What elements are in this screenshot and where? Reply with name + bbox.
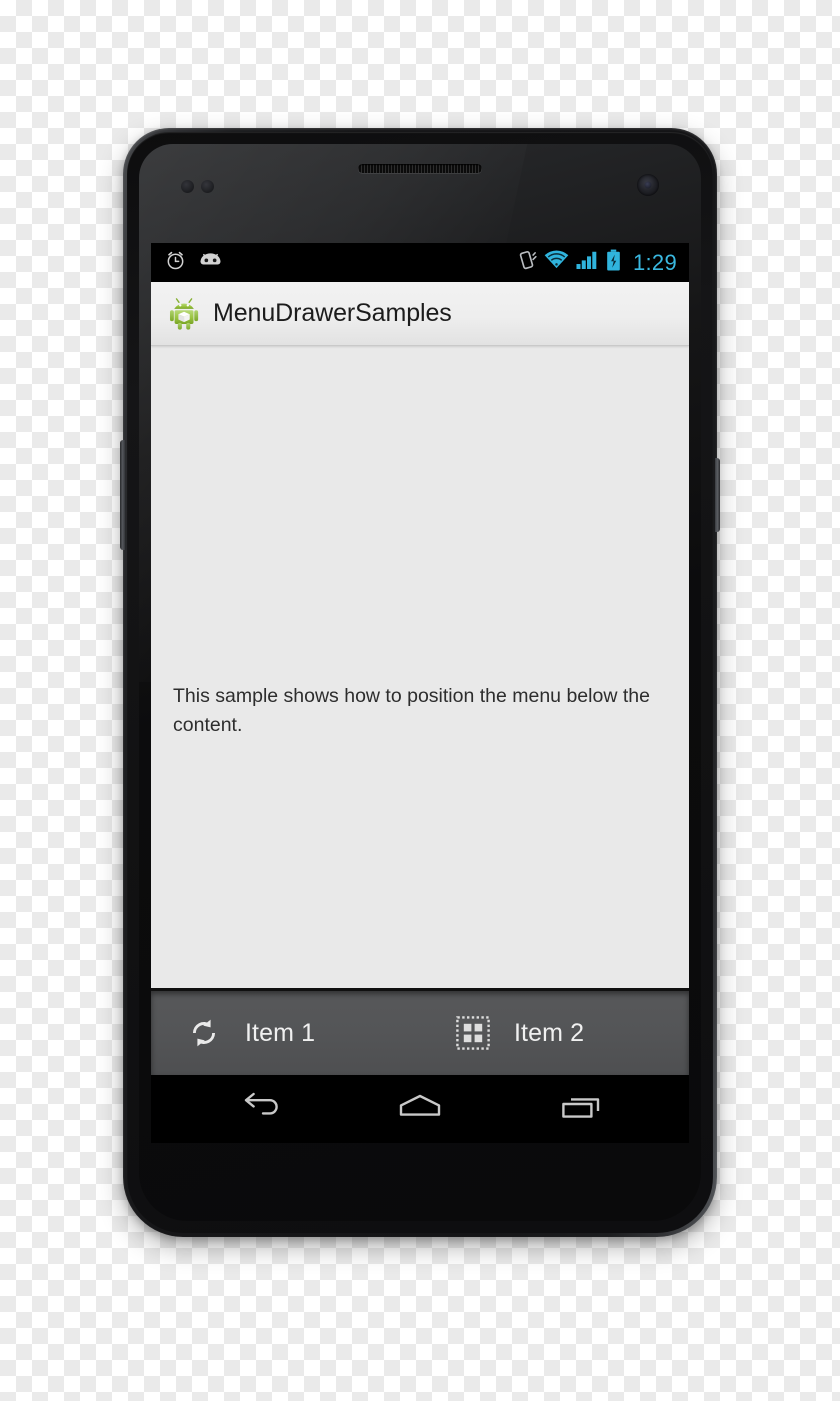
android-jellybean-icon [198,251,223,274]
front-camera [637,174,659,196]
home-icon [395,1091,445,1128]
status-bar-left-icons [165,250,223,276]
app-title: MenuDrawerSamples [213,299,452,327]
status-bar[interactable]: 1:29 [151,243,689,282]
wifi-icon [544,250,569,275]
alarm-clock-icon [165,250,186,276]
android-robot-app-icon[interactable] [168,297,202,331]
content-area: This sample shows how to position the me… [151,346,689,988]
phone-screen: 1:29 MenuDrawerSamples This sample shows… [151,243,689,1143]
proximity-sensor [181,180,194,193]
status-bar-clock: 1:29 [632,249,677,275]
front-camera-lens [644,181,652,189]
vibrate-icon [516,249,537,276]
cellular-signal-icon [576,250,599,275]
power-button[interactable] [715,458,720,532]
content-description-text: This sample shows how to position the me… [173,685,650,736]
nav-recents-button[interactable] [539,1075,623,1143]
menu-item-1-label: Item 1 [245,1018,316,1047]
refresh-icon [187,1016,221,1050]
menu-item-2-label: Item 2 [514,1018,585,1047]
menu-item-1[interactable]: Item 1 [151,991,420,1075]
action-bar: MenuDrawerSamples [151,282,689,346]
volume-button[interactable] [120,440,125,550]
nav-back-button[interactable] [217,1075,301,1143]
bottom-menu-bar: Item 1 Item 2 [151,988,689,1075]
battery-charging-icon [606,249,621,276]
light-sensor [201,180,214,193]
status-bar-right-icons: 1:29 [516,249,677,276]
navigation-bar [151,1075,689,1143]
back-icon [235,1091,283,1128]
menu-item-2[interactable]: Item 2 [420,991,689,1075]
gallery-grid-icon [456,1016,490,1050]
recents-icon [558,1091,604,1128]
earpiece-speaker [358,164,482,173]
nav-home-button[interactable] [378,1075,462,1143]
